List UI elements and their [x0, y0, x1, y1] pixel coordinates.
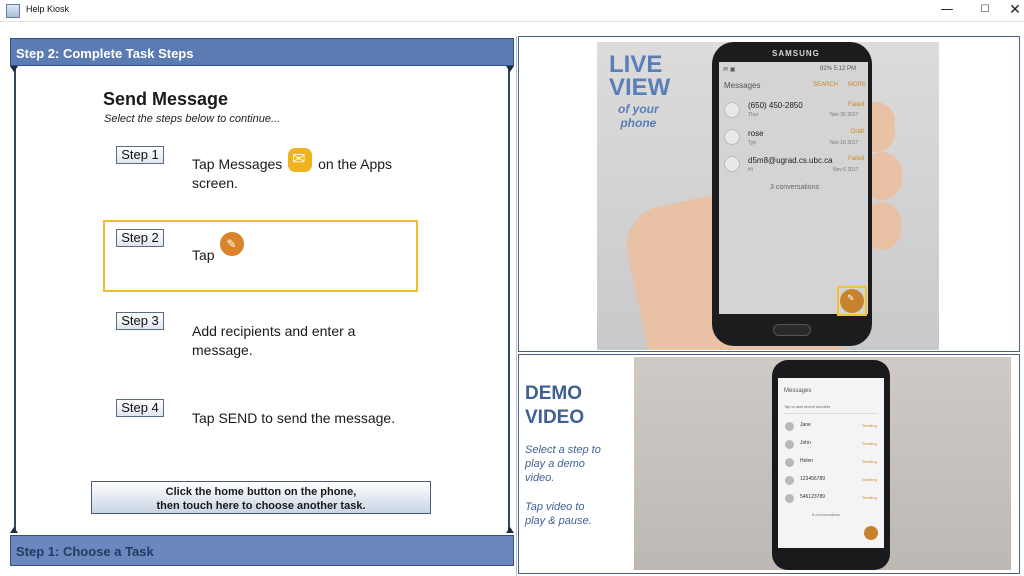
phone-home-key: [773, 324, 811, 336]
step-1-text: Tap Messages on the Apps screen.: [192, 148, 392, 193]
video-avatar: [785, 422, 794, 431]
step-2-text: Tap: [192, 232, 245, 265]
conversation-count: 3 conversations: [770, 184, 820, 191]
conversation-preview: Typ: [748, 140, 757, 146]
compose-icon: [220, 232, 245, 256]
corner-marker: [506, 66, 514, 72]
live-sub-line2: phone: [620, 116, 657, 130]
choose-task-label: Step 1: Choose a Task: [16, 544, 154, 559]
step-header-bar: Step 2: Complete Task Steps: [10, 38, 514, 66]
app-icon: [6, 4, 20, 18]
task-subtitle: Select the steps below to continue...: [104, 113, 281, 125]
step-1-text-line2: screen.: [192, 175, 238, 191]
video-status: Sending: [862, 495, 877, 500]
conversation-status: Draft: [851, 129, 865, 135]
compose-fab-icon: [840, 289, 864, 313]
conversation-name: rose: [748, 129, 764, 138]
conversation-status: Failed: [848, 156, 865, 162]
corner-marker: [10, 527, 18, 533]
home-button-line2: then touch here to choose another task.: [156, 500, 366, 512]
contact-avatar: [724, 129, 740, 145]
video-status: Sending: [862, 459, 877, 464]
task-title: Send Message: [103, 89, 229, 109]
video-avatar: [785, 476, 794, 485]
choose-another-task-button[interactable]: Click the home button on the phone, then…: [91, 481, 431, 514]
video-status: Sending: [862, 423, 877, 428]
live-view-title: LIVE VIEW: [609, 53, 671, 101]
step-4-text: Tap SEND to send the message.: [192, 410, 396, 426]
contact-avatar: [724, 102, 740, 118]
video-conversation-count: 5 conversations: [812, 512, 841, 517]
video-avatar: [785, 458, 794, 467]
step-1-text-after: on the Apps: [318, 156, 393, 172]
choose-task-footer[interactable]: Step 1: Choose a Task: [10, 535, 514, 566]
video-avatar: [785, 440, 794, 449]
search-action: SEARCH: [813, 82, 839, 88]
video-contact: 123456789: [800, 476, 826, 482]
conversation-date: Nov 16 2017: [830, 140, 859, 146]
messages-header: Messages: [724, 81, 761, 90]
demo-video-title: DEMO VIDEO: [525, 382, 584, 430]
conversation-status: Failed: [848, 102, 865, 108]
video-contact: Jane: [800, 422, 811, 428]
conversation-preview: Hi: [748, 167, 753, 173]
more-action: MORE: [848, 82, 866, 88]
window-title: Help Kiosk: [26, 4, 70, 14]
step-3-text-line1: Add recipients and enter a: [192, 323, 356, 339]
contact-avatar: [724, 156, 740, 172]
close-button[interactable]: ✕: [998, 0, 1024, 22]
status-bar-right: 92% 5:12 PM: [820, 66, 857, 72]
step-3-button[interactable]: Step 3: [116, 312, 164, 330]
step-3-text-line2: message.: [192, 342, 253, 358]
video-avatar: [785, 494, 794, 503]
status-bar-icons: ✉ ▣: [723, 67, 736, 73]
step-2-button[interactable]: Step 2: [116, 229, 164, 247]
task-steps-panel: [14, 67, 510, 533]
step-1-button[interactable]: Step 1: [116, 146, 164, 164]
live-sub-line1: of your: [618, 102, 659, 116]
window-titlebar: Help Kiosk — ☐ ✕: [0, 0, 1024, 22]
step-4-button[interactable]: Step 4: [116, 399, 164, 417]
demo-text1-line2: play a demo: [525, 458, 585, 470]
conversation-preview: Thui: [748, 112, 758, 118]
video-contact: John: [800, 440, 811, 446]
video-contact: 546123789: [800, 494, 826, 500]
demo-title-line1: DEMO: [525, 383, 582, 404]
video-status: Sending: [862, 477, 877, 482]
conversation-date: Nov 6 2017: [833, 167, 859, 173]
video-search-bar: Tap to add recent senders: [784, 404, 878, 414]
maximize-button[interactable]: ☐: [968, 0, 1002, 22]
step-3-text: Add recipients and enter a message.: [192, 322, 355, 360]
video-status: Sending: [862, 441, 877, 446]
video-messages-header: Messages: [784, 388, 812, 394]
home-button-line1: Click the home button on the phone,: [165, 486, 357, 498]
demo-text2-line1: Tap video to: [525, 501, 585, 513]
step-header-title: Step 2: Complete Task Steps: [16, 46, 194, 61]
demo-text1-line1: Select a step to: [525, 444, 601, 456]
step-2-text-before: Tap: [192, 247, 215, 263]
demo-play-instructions: Tap video to play & pause.: [525, 500, 592, 528]
conversation-date: Nov 30 2017: [830, 112, 859, 118]
demo-title-line2: VIDEO: [525, 407, 585, 428]
messages-app-icon: [288, 148, 313, 172]
demo-text2-line2: play & pause.: [525, 515, 592, 527]
corner-marker: [10, 66, 18, 72]
video-compose-icon: [864, 526, 878, 540]
conversation-name: d5m8@ugrad.cs.ubc.ca: [748, 156, 833, 165]
step-1-text-before: Tap Messages: [192, 156, 283, 172]
phone-brand: SAMSUNG: [772, 49, 820, 58]
demo-text1-line3: video.: [525, 472, 555, 484]
live-title-line2: VIEW: [609, 74, 671, 101]
corner-marker: [506, 527, 514, 533]
minimize-button[interactable]: —: [930, 0, 964, 22]
live-view-subtitle: of your phone: [618, 102, 659, 130]
video-contact: Helen: [800, 458, 814, 464]
conversation-name: (650) 450-2850: [748, 101, 803, 110]
demo-instructions: Select a step to play a demo video.: [525, 443, 601, 485]
